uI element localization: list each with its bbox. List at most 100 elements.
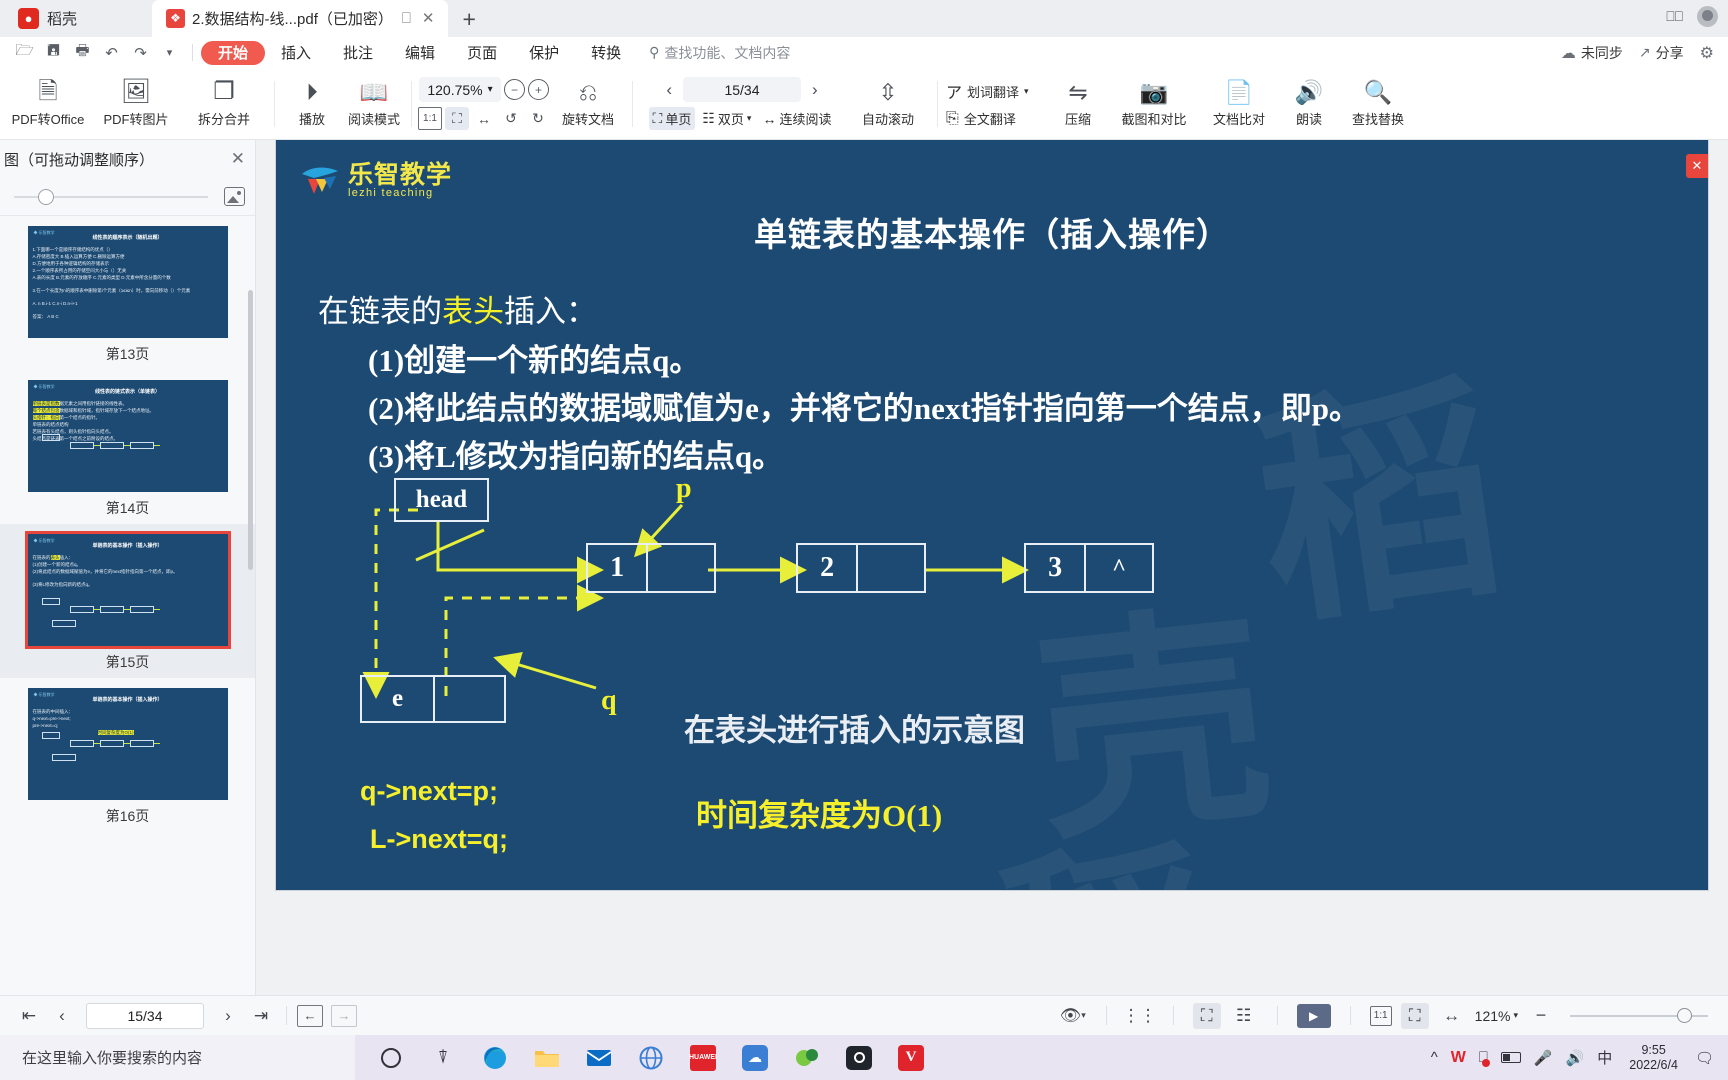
pdf-to-office-button[interactable]: 🗎 PDF转Office	[4, 79, 92, 128]
last-page-icon[interactable]: ⇥	[246, 1002, 276, 1030]
thumbnail-item[interactable]: ◆ 乐智教学 单链表的基本操作（插入操作） 在链表的表头插入： (1)创建一个新的结点…	[0, 524, 255, 678]
double-page-view-icon[interactable]: ☷	[1230, 1003, 1258, 1029]
thumbnail-preview[interactable]: ◆ 乐智教学 线性表的顺序表示（随机出题） 1.下面哪一个是顺序存储结构的优点（） A…	[27, 226, 228, 338]
taskbar-search-input[interactable]: 在这里输入你要搜索的内容	[0, 1035, 355, 1080]
slider-track[interactable]	[14, 188, 208, 205]
file-explorer-icon[interactable]	[521, 1035, 573, 1080]
camera-app-icon[interactable]	[833, 1035, 885, 1080]
continuous-read-button[interactable]: ↔ 连续阅读	[758, 107, 835, 130]
menu-tab-comment[interactable]: 批注	[327, 40, 389, 66]
zoom-slider-knob[interactable]	[1677, 1007, 1692, 1023]
actual-size-button[interactable]: 1:1	[1369, 1005, 1392, 1026]
show-hidden-icons[interactable]: ^	[1431, 1049, 1438, 1066]
close-icon[interactable]: ✕	[231, 149, 245, 169]
compress-button[interactable]: ⇋ 压缩	[1048, 79, 1108, 128]
menu-tab-convert[interactable]: 转换	[575, 40, 637, 66]
close-tab-icon[interactable]: ✕	[420, 11, 437, 26]
single-page-view-icon[interactable]: ⛶	[1192, 1002, 1221, 1029]
fit-page-icon[interactable]: ⛶	[445, 107, 469, 130]
word-translate-button[interactable]: ア 划词翻译 ▾	[946, 79, 1029, 103]
menu-tab-edit[interactable]: 编辑	[389, 40, 451, 66]
thumbnail-item[interactable]: ◆ 乐智教学 单链表的基本操作（插入操作） 在链表的中间插入： q->next=pre…	[0, 678, 255, 832]
zoom-in-icon[interactable]: +	[528, 79, 549, 100]
wps-tray-icon[interactable]: W	[1451, 1049, 1466, 1067]
doc-compare-button[interactable]: 📄 文档比对	[1200, 79, 1278, 128]
huawei-icon[interactable]: HUAWEI	[677, 1035, 729, 1080]
save-icon[interactable]: 🖪	[39, 40, 68, 66]
thumbnail-item[interactable]: ◆ 乐智教学 线性表的顺序表示（随机出题） 1.下面哪一个是顺序存储结构的优点（） A…	[0, 216, 255, 370]
thumbnail-preview[interactable]: ◆ 乐智教学 线性表的链式表示（单链表） 单链表是指数据元素之间用指针链接的线性表。…	[27, 380, 228, 492]
thumbnail-preview[interactable]: ◆ 乐智教学 单链表的基本操作（插入操作） 在链表的表头插入： (1)创建一个新的结点…	[24, 531, 231, 649]
app-icon[interactable]	[781, 1035, 833, 1080]
chevron-left-icon[interactable]: ‹	[660, 80, 678, 100]
cast-icon[interactable]: ⎕	[400, 11, 413, 26]
fit-width-icon[interactable]: ↔	[1438, 1003, 1466, 1029]
print-icon[interactable]: 🖶	[68, 40, 97, 66]
menu-tab-page[interactable]: 页面	[451, 40, 513, 66]
user-avatar[interactable]	[1697, 6, 1718, 27]
find-replace-button[interactable]: 🔍 查找替换	[1340, 79, 1416, 128]
battery-icon[interactable]	[1500, 1052, 1521, 1063]
cloud-app-icon[interactable]: ☁	[729, 1035, 781, 1080]
read-mode-button[interactable]: 📖 阅读模式	[343, 79, 405, 128]
brand-tab[interactable]: ● 稻壳	[0, 0, 152, 37]
thumbnail-item[interactable]: ◆ 乐智教学 线性表的链式表示（单链表） 单链表是指数据元素之间用指针链接的线性表。…	[0, 370, 255, 524]
fit-page-icon[interactable]: ⛶	[1400, 1002, 1429, 1029]
full-translate-button[interactable]: ⎘ 全文翻译	[946, 109, 1016, 128]
nav-forward-icon[interactable]: →	[331, 1004, 357, 1027]
image-mode-icon[interactable]	[224, 187, 245, 206]
search-box[interactable]: ⚲ 查找功能、文档内容	[649, 43, 790, 63]
cortana-icon[interactable]	[365, 1035, 417, 1080]
document-tab[interactable]: ❖ 2.数据结构-线...pdf（已加密） ⎕ ✕	[152, 0, 449, 37]
zoom-level-select[interactable]: 120.75% ▾	[419, 77, 501, 102]
notification-icon[interactable]: 🗨	[1695, 1049, 1720, 1067]
taskbar-clock[interactable]: 9:55 2022/6/4	[1625, 1043, 1682, 1073]
sidebar-scrollbar[interactable]	[248, 290, 253, 570]
single-page-button[interactable]: ⛶ 单页	[648, 107, 696, 130]
pdf-to-image-button[interactable]: 🖼 PDF转图片	[92, 79, 180, 128]
status-page-input[interactable]: 15/34	[86, 1002, 204, 1029]
restore-window-icon[interactable]: ⎕⎕	[1666, 8, 1683, 25]
document-viewer[interactable]: ✕ 稻 壳 稻 乐智教学	[256, 140, 1728, 995]
ime-icon[interactable]: 中	[1597, 1047, 1612, 1068]
fit-height-icon[interactable]: ⋮⋮	[1123, 1003, 1157, 1029]
slider-knob[interactable]	[38, 188, 54, 205]
redo-icon[interactable]: ↷	[126, 40, 155, 66]
read-aloud-button[interactable]: 🔊 朗读	[1278, 79, 1340, 128]
volume-icon[interactable]: 🔊	[1566, 1049, 1585, 1067]
thumbnail-size-slider[interactable]	[0, 178, 255, 216]
double-page-button[interactable]: ☷ 双页 ▾	[698, 107, 755, 130]
customize-toolbar-icon[interactable]: ▾	[155, 40, 184, 66]
next-page-icon[interactable]: ›	[213, 1002, 243, 1030]
pdf-page[interactable]: ✕ 稻 壳 稻 乐智教学	[276, 140, 1708, 890]
edge-browser-icon[interactable]	[469, 1035, 521, 1080]
mail-icon[interactable]	[573, 1035, 625, 1080]
wps-icon[interactable]: V	[885, 1035, 937, 1080]
actual-size-button[interactable]: 1:1	[418, 107, 442, 130]
menu-tab-insert[interactable]: 插入	[265, 40, 327, 66]
rotate-right-icon[interactable]: ↻	[526, 107, 550, 130]
gear-icon[interactable]: ⚙	[1700, 43, 1714, 63]
nav-back-icon[interactable]: ←	[297, 1004, 323, 1027]
presentation-play-icon[interactable]: ▶	[1296, 1003, 1331, 1028]
first-page-icon[interactable]: ⇤	[14, 1002, 44, 1030]
microphone-icon[interactable]: 🎤	[1534, 1049, 1553, 1067]
menu-tab-start[interactable]: 开始	[201, 40, 266, 65]
view-mode-icon[interactable]: 👁 ▾	[1059, 1003, 1087, 1029]
screenshot-compare-button[interactable]: 📷 截图和对比	[1108, 79, 1200, 128]
auto-scroll-button[interactable]: ⇳ 自动滚动	[845, 79, 931, 128]
split-merge-button[interactable]: ❐ 拆分合并	[180, 79, 268, 128]
zoom-out-icon[interactable]: −	[504, 79, 525, 100]
chevron-right-icon[interactable]: ›	[806, 80, 824, 100]
zoom-slider[interactable]	[1570, 1007, 1708, 1023]
task-view-icon[interactable]: ⍒	[417, 1035, 469, 1080]
fit-width-icon[interactable]: ↔	[472, 107, 496, 130]
menu-tab-protect[interactable]: 保护	[513, 40, 575, 66]
rotate-left-icon[interactable]: ↺	[499, 107, 523, 130]
page-number-input[interactable]: 15/34	[683, 77, 801, 102]
status-zoom-select[interactable]: 121% ▾	[1475, 1008, 1518, 1024]
share-button[interactable]: ↗ 分享	[1639, 43, 1684, 63]
play-button[interactable]: ⏵ 播放	[281, 79, 343, 128]
browser-icon[interactable]	[625, 1035, 677, 1080]
sync-status-button[interactable]: ☁ 未同步	[1561, 43, 1623, 63]
